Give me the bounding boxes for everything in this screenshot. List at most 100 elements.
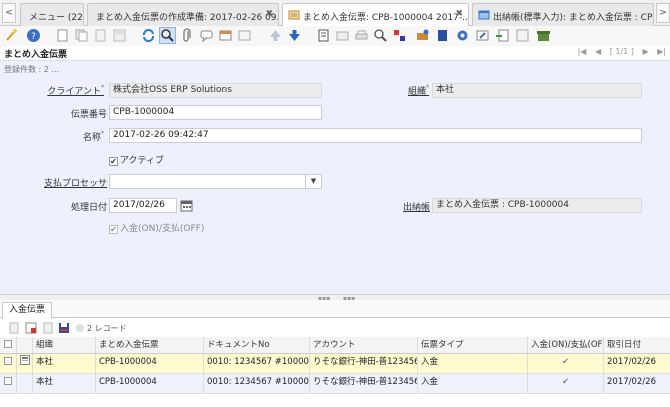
cell-date: 2017/02/26	[607, 377, 656, 387]
detail-tab-bar: 入金伝票	[0, 300, 670, 319]
document-no-input[interactable]: CPB-1000004	[109, 105, 322, 120]
save-icon[interactable]	[112, 28, 127, 43]
process-date-label: 処理日付	[70, 203, 107, 213]
column-header[interactable]: 入金(ON)/支払(OFF)	[528, 337, 604, 353]
status-dot-icon	[74, 322, 86, 334]
report-icon[interactable]	[316, 28, 331, 43]
tab-scroll-left-button[interactable]: <	[2, 3, 16, 23]
cell-receipt-check: ✔	[528, 354, 604, 373]
product-info-icon[interactable]	[415, 28, 430, 43]
next-record-button[interactable]: ▶	[642, 47, 648, 56]
tab-batch-receipt[interactable]: まとめ入金伝票: CPB-1000004 2017-... ✖	[282, 3, 469, 27]
window-icon	[478, 10, 490, 20]
row-checkbox[interactable]	[0, 374, 17, 393]
column-header[interactable]: 伝票タイプ	[418, 337, 528, 353]
previous-record-icon[interactable]	[268, 28, 283, 43]
receipt-checkbox[interactable]: ✔ 入金(ON)/支払(OFF)	[109, 221, 204, 234]
chevron-down-icon[interactable]: ▼	[305, 174, 322, 189]
cell-batch: CPB-1000004	[96, 354, 204, 373]
tab-batch-prep[interactable]: まとめ入金伝票の作成準備: 2017-02-26 09... ✖	[87, 3, 279, 26]
workflow-icon[interactable]	[392, 28, 407, 43]
cell-org: 本社	[33, 374, 96, 393]
zoom-across-icon[interactable]	[373, 28, 388, 43]
new-record-icon[interactable]	[55, 28, 70, 43]
export-icon[interactable]	[475, 28, 490, 43]
cell-doctype: 入金	[418, 354, 528, 373]
close-icon[interactable]: ✖	[265, 9, 273, 19]
close-window-icon[interactable]	[536, 28, 551, 43]
help-icon[interactable]: ?	[26, 28, 41, 43]
column-header[interactable]: まとめ入金伝票	[96, 337, 204, 353]
check-icon: ✔	[109, 225, 118, 234]
close-icon[interactable]: ✖	[455, 9, 463, 19]
row-edit-icon[interactable]	[17, 354, 33, 373]
column-header[interactable]: 組織	[33, 337, 96, 353]
cell-batch: CPB-1000004	[96, 374, 204, 393]
grid-toggle-icon[interactable]	[218, 28, 233, 43]
row-checkbox[interactable]	[0, 354, 17, 373]
payment-processor-label[interactable]: 支払プロセッサ	[20, 176, 107, 189]
next-record-icon[interactable]	[287, 28, 302, 43]
attachment-icon[interactable]	[180, 28, 195, 43]
process-date-input[interactable]: 2017/02/26	[109, 198, 177, 213]
copy-record-icon[interactable]	[74, 28, 89, 43]
tab-scroll-right-button[interactable]: >	[656, 3, 670, 23]
page-title: まとめ入金伝票	[4, 50, 68, 60]
column-header[interactable]: 取引日付	[604, 337, 670, 353]
find-icon[interactable]	[159, 27, 176, 44]
import-icon[interactable]	[495, 28, 510, 43]
tab-label: まとめ入金伝票: CPB-1000004 2017-...	[303, 13, 469, 23]
archive-icon[interactable]	[335, 28, 350, 43]
first-record-button[interactable]: |◀	[578, 47, 587, 56]
svg-text:?: ?	[31, 32, 36, 42]
record-position: [ 1/1 ]	[609, 47, 634, 56]
row-indicator	[17, 374, 33, 393]
tab-menu[interactable]: メニュー (220)	[20, 3, 84, 26]
active-checkbox[interactable]: ✔ アクティブ	[109, 153, 164, 166]
window-tab-bar: < メニュー (220) まとめ入金伝票の作成準備: 2017-02-26 09…	[0, 0, 670, 27]
last-record-button[interactable]: ▶|	[657, 47, 666, 56]
payments-grid: 組織 まとめ入金伝票 ドキュメントNo アカウント 伝票タイプ 入金(ON)/支…	[0, 337, 670, 407]
client-field: 株式会社OSS ERP Solutions	[109, 83, 322, 98]
previous-record-button[interactable]: ◀	[595, 47, 601, 56]
refresh-icon[interactable]	[141, 28, 156, 43]
cell-org: 本社	[33, 354, 96, 373]
tab-cashbook[interactable]: 出納帳(標準入力): まとめ入金伝票 : CPB-...	[472, 3, 654, 26]
print-icon[interactable]	[354, 28, 369, 43]
delete-row-icon[interactable]	[42, 322, 54, 334]
tab-payments[interactable]: 入金伝票	[2, 302, 53, 319]
document-no-label: 伝票番号	[70, 110, 107, 120]
tab-header: まとめ入金伝票 |◀ ◀ [ 1/1 ] ▶ ▶|	[0, 46, 670, 60]
settings-icon[interactable]	[455, 28, 470, 43]
record-navigator: |◀ ◀ [ 1/1 ] ▶ ▶|	[572, 47, 666, 56]
cashbook-label[interactable]: 出納帳	[340, 200, 430, 213]
cell-doctype: 入金	[418, 374, 528, 393]
table-row[interactable]: 本社 CPB-1000004 0010: 1234567 #1000011 りそ…	[0, 354, 670, 374]
name-input[interactable]: 2017-02-26 09:42:47	[109, 128, 642, 143]
calendar-icon[interactable]	[180, 199, 193, 212]
table-row[interactable]: 本社 CPB-1000004 0010: 1234567 #1000012 りそ…	[0, 374, 670, 394]
cell-account: りそな銀行-神田-普1234567	[310, 374, 418, 393]
edit-row-icon[interactable]	[25, 322, 37, 334]
column-header[interactable]: ドキュメントNo	[204, 337, 310, 353]
cell-date: 2017/02/26	[607, 357, 656, 367]
column-header[interactable]: アカウント	[310, 337, 418, 353]
main-toolbar: ?	[0, 26, 670, 46]
history-icon[interactable]	[237, 28, 252, 43]
record-form: 登録件数 : 2 ... クライアント* 株式会社OSS ERP Solutio…	[0, 60, 670, 294]
org-label[interactable]: 組織*	[340, 84, 429, 97]
ignore-changes-icon[interactable]	[4, 28, 19, 43]
cell-account: りそな銀行-神田-普1234567	[310, 354, 418, 373]
payment-processor-select[interactable]	[109, 174, 306, 189]
quick-form-icon[interactable]	[515, 28, 530, 43]
new-row-icon[interactable]	[8, 322, 20, 334]
select-all-checkbox[interactable]	[0, 337, 17, 353]
save-row-icon[interactable]	[58, 322, 70, 334]
chat-icon[interactable]	[199, 28, 214, 43]
record-count: 登録件数 : 2 ...	[4, 65, 60, 74]
bookmark-icon[interactable]	[435, 28, 450, 43]
client-label[interactable]: クライアント*	[20, 84, 104, 97]
grid-toolbar: 2 レコード	[0, 319, 670, 337]
delete-record-icon[interactable]	[93, 28, 108, 43]
cell-document-no: 0010: 1234567 #1000012	[204, 374, 310, 393]
